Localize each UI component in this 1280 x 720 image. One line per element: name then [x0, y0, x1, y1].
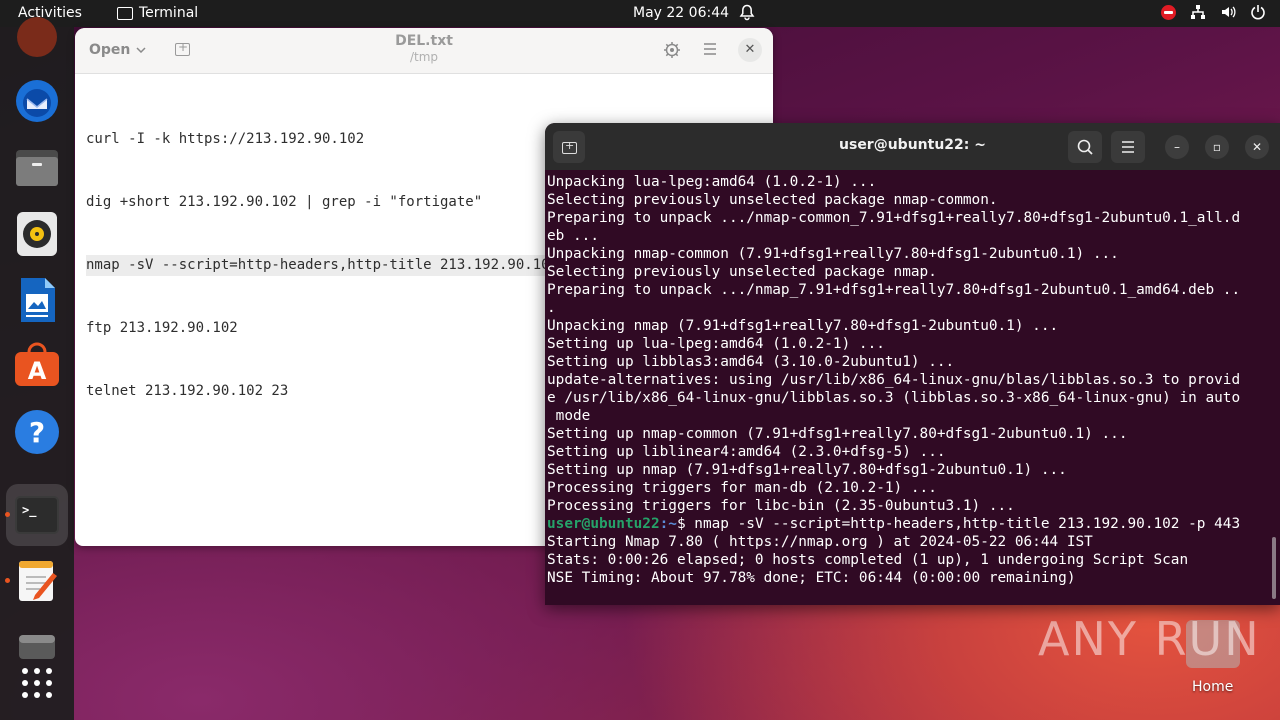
terminal-line: Starting Nmap 7.80 ( https://nmap.org ) …	[547, 534, 1093, 550]
ubuntu-icon[interactable]	[13, 13, 61, 61]
editor-headerbar: Open DEL.txt /tmp ✕	[75, 28, 773, 74]
prompt-user: user@ubuntu22	[547, 516, 660, 532]
power-icon[interactable]	[1250, 4, 1266, 20]
terminal-output[interactable]: Unpacking lua-lpeg:amd64 (1.0.2-1) ... S…	[547, 173, 1272, 587]
editor-text-area[interactable]: curl -I -k https://213.192.90.102 dig +s…	[86, 87, 618, 444]
app-center-icon[interactable]: A	[13, 342, 61, 390]
maximize-button[interactable]: ▫	[1205, 135, 1229, 159]
editor-line: curl -I -k https://213.192.90.102	[86, 131, 365, 147]
thunderbird-icon[interactable]	[13, 77, 61, 125]
watermark-logo: ANY RUN	[1038, 612, 1261, 666]
bell-icon[interactable]	[739, 4, 755, 21]
system-tray[interactable]	[1161, 4, 1266, 20]
terminal-line: Selecting previously unselected package …	[547, 264, 937, 280]
terminal-line: e /usr/lib/x86_64-linux-gnu/libblas.so.3…	[547, 390, 1241, 406]
terminal-headerbar: user@ubuntu22: ~ – ▫ ✕	[545, 123, 1280, 170]
terminal-line: NSE Timing: About 97.78% done; ETC: 06:4…	[547, 570, 1076, 586]
text-editor-icon[interactable]	[13, 557, 61, 605]
svg-text:A: A	[28, 357, 47, 385]
terminal-line: update-alternatives: using /usr/lib/x86_…	[547, 372, 1241, 388]
top-bar: Activities Terminal May 22 06:44	[0, 0, 1280, 27]
home-folder-label[interactable]: Home	[1192, 679, 1233, 695]
terminal-scrollbar[interactable]	[1272, 537, 1276, 599]
terminal-prompt-line: user@ubuntu22:~$ nmap -sV --script=http-…	[547, 515, 1272, 533]
watermark-text: ANY RUN	[1038, 612, 1261, 666]
hamburger-menu-icon	[1122, 141, 1134, 153]
help-icon[interactable]: ?	[13, 408, 61, 456]
terminal-line: Preparing to unpack .../nmap_7.91+dfsg1+…	[547, 282, 1241, 298]
search-button[interactable]	[1068, 131, 1102, 163]
terminal-line: Setting up libblas3:amd64 (3.10.0-2ubunt…	[547, 354, 955, 370]
running-indicator	[5, 512, 10, 517]
gear-icon[interactable]	[663, 41, 681, 59]
editor-line: dig +short 213.192.90.102 | grep -i "for…	[86, 194, 483, 210]
terminal-menu-button[interactable]	[1111, 131, 1145, 163]
terminal-line: Processing triggers for libc-bin (2.35-0…	[547, 498, 1015, 514]
dock: A ? >_	[0, 17, 74, 720]
terminal-line: Unpacking nmap (7.91+dfsg1+really7.80+df…	[547, 318, 1059, 334]
terminal-line: Setting up liblinear4:amd64 (2.3.0+dfsg-…	[547, 444, 946, 460]
terminal-mini-icon	[117, 6, 133, 20]
show-apps-icon[interactable]	[13, 659, 61, 707]
terminal-line: Preparing to unpack .../nmap-common_7.91…	[547, 210, 1241, 226]
terminal-line: Stats: 0:00:26 elapsed; 0 hosts complete…	[547, 552, 1189, 568]
close-button[interactable]: ✕	[1245, 135, 1269, 159]
svg-text:>_: >_	[22, 503, 37, 518]
libreoffice-writer-icon[interactable]	[13, 276, 61, 324]
terminal-line: Unpacking lua-lpeg:amd64 (1.0.2-1) ...	[547, 174, 877, 190]
prompt-command: $ nmap -sV --script=http-headers,http-ti…	[676, 516, 1241, 532]
terminal-line: Unpacking nmap-common (7.91+dfsg1+really…	[547, 246, 1119, 262]
terminal-line: mode	[547, 408, 591, 424]
running-indicator	[5, 578, 10, 583]
terminal-icon[interactable]: >_	[13, 491, 61, 539]
svg-text:?: ?	[29, 416, 45, 449]
terminal-line: Setting up nmap (7.91+dfsg1+really7.80+d…	[547, 462, 1067, 478]
minimize-button[interactable]: –	[1165, 135, 1189, 159]
terminal-line: Processing triggers for man-db (2.10.2-1…	[547, 480, 937, 496]
terminal-line: eb ...	[547, 228, 599, 244]
hamburger-menu-icon[interactable]	[703, 43, 717, 55]
terminal-line: Setting up lua-lpeg:amd64 (1.0.2-1) ...	[547, 336, 885, 352]
editor-line: ftp 213.192.90.102	[86, 320, 238, 336]
editor-line-current: nmap -sV --script=http-headers,http-titl…	[86, 255, 618, 276]
terminal-line: .	[547, 300, 556, 316]
app-menu-label: Terminal	[139, 5, 199, 21]
prompt-path: :~	[659, 516, 677, 532]
terminal-line: Setting up nmap-common (7.91+dfsg1+reall…	[547, 426, 1128, 442]
terminal-line: Selecting previously unselected package …	[547, 192, 998, 208]
clock[interactable]: May 22 06:44	[633, 5, 729, 21]
editor-line: telnet 213.192.90.102 23	[86, 383, 289, 399]
network-icon[interactable]	[1190, 4, 1206, 20]
search-icon	[1077, 139, 1093, 155]
volume-icon[interactable]	[1220, 4, 1236, 20]
close-button[interactable]: ✕	[738, 38, 762, 62]
do-not-disturb-icon[interactable]	[1161, 4, 1176, 20]
rhythmbox-icon[interactable]	[13, 210, 61, 258]
terminal-window[interactable]: user@ubuntu22: ~ – ▫ ✕ Unpacking lua-lpe…	[545, 123, 1280, 605]
app-menu[interactable]: Terminal	[117, 5, 198, 21]
files-icon[interactable]	[13, 144, 61, 192]
